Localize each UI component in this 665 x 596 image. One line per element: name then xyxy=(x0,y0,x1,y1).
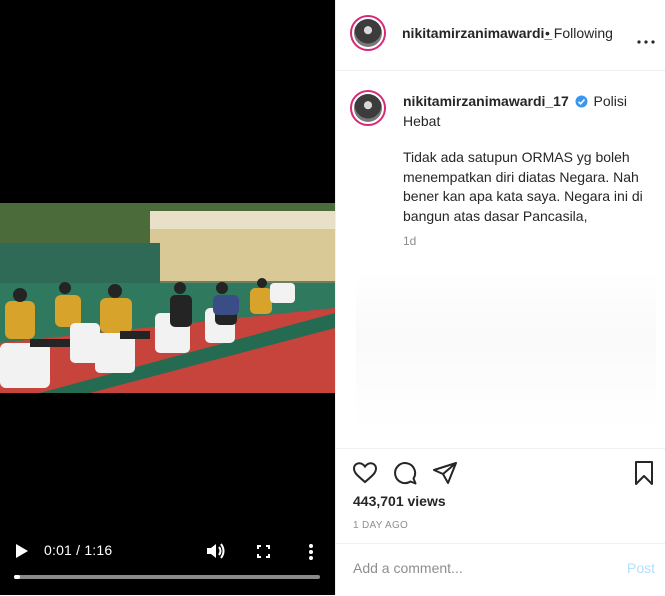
more-dots-icon[interactable] xyxy=(309,544,313,565)
post-date[interactable]: 1 DAY AGO xyxy=(353,520,408,531)
share-icon[interactable] xyxy=(433,462,457,489)
heart-icon[interactable] xyxy=(352,462,378,489)
fullscreen-icon[interactable] xyxy=(257,545,270,563)
video-progress-fill xyxy=(14,575,21,579)
avatar[interactable] xyxy=(350,15,386,51)
post-button[interactable]: Post xyxy=(627,560,655,576)
play-icon[interactable] xyxy=(15,543,29,564)
video-frame xyxy=(0,203,335,393)
comment-input[interactable]: Add a comment... xyxy=(353,560,463,576)
caption-avatar[interactable] xyxy=(350,90,386,126)
following-label: Following xyxy=(553,25,613,41)
caption-username[interactable]: nikitamirzanimawardi_17 xyxy=(403,93,569,109)
bookmark-icon[interactable] xyxy=(634,461,654,490)
action-bar xyxy=(336,448,665,499)
post-panel: nikitamirzanimawardi_ • Following nikita… xyxy=(335,0,665,595)
caption-first-line: nikitamirzanimawardi_17 Polisi Hebat xyxy=(403,92,643,130)
header-username[interactable]: nikitamirzanimawardi_ xyxy=(402,25,552,41)
video-progress-bar[interactable] xyxy=(14,575,320,579)
video-time: 0:01 / 1:16 xyxy=(44,542,113,558)
following-button[interactable]: • Following xyxy=(545,25,613,41)
comment-bar: Add a comment... Post xyxy=(336,543,665,596)
post-age[interactable]: 1d xyxy=(403,234,416,248)
comment-icon[interactable] xyxy=(393,461,417,490)
comments-area xyxy=(356,270,656,430)
caption-body: Tidak ada satupun ORMAS yg boleh menempa… xyxy=(403,149,643,224)
verified-badge-icon xyxy=(575,94,588,112)
post-header: nikitamirzanimawardi_ • Following xyxy=(336,0,665,71)
dot-separator: • xyxy=(545,25,550,41)
volume-icon[interactable] xyxy=(206,543,226,564)
video-controls: 0:01 / 1:16 xyxy=(0,535,335,595)
video-player[interactable]: 0:01 / 1:16 xyxy=(0,0,335,595)
views-count[interactable]: 443,701 views xyxy=(353,493,446,509)
more-options-icon[interactable] xyxy=(637,31,655,49)
